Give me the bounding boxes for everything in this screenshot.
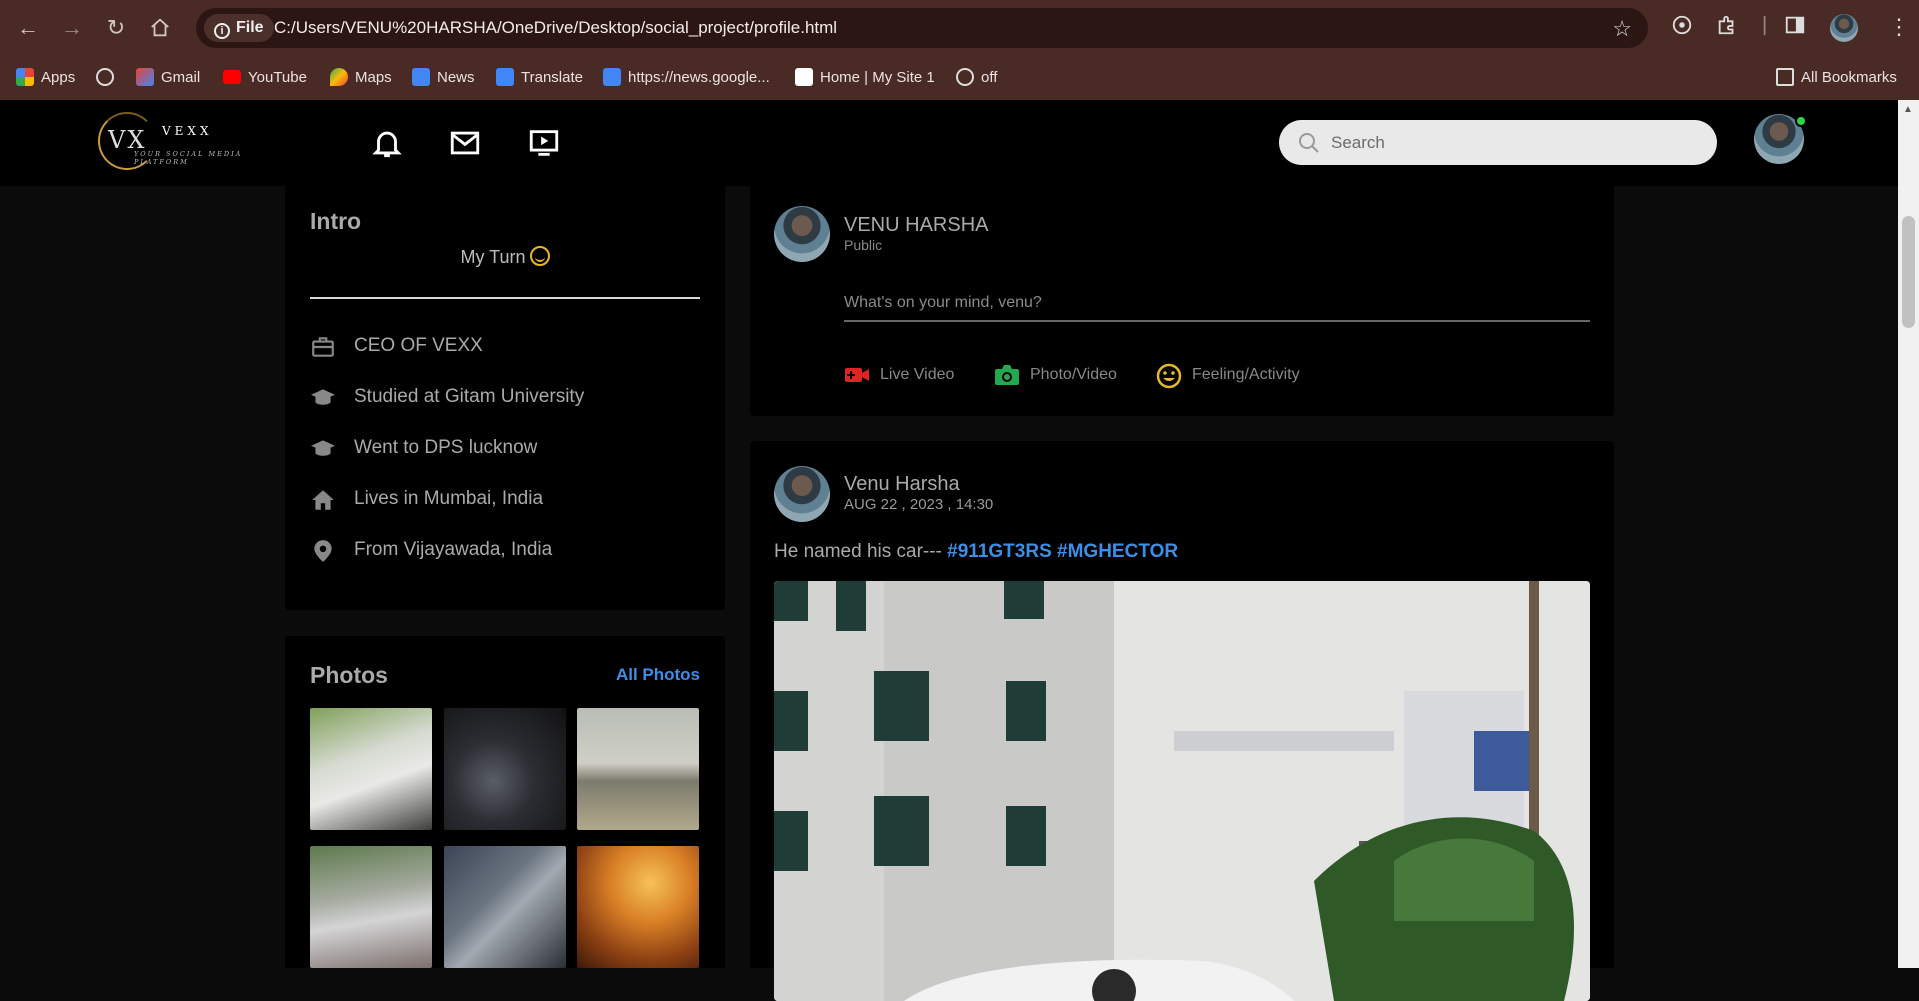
location-pin-icon xyxy=(314,540,332,562)
search-input[interactable] xyxy=(1331,120,1691,165)
compose-input[interactable] xyxy=(844,286,1590,322)
composer-avatar[interactable] xyxy=(774,206,830,262)
video-camera-icon xyxy=(845,368,869,382)
translate-icon xyxy=(496,68,514,86)
logo-name: VEXX xyxy=(162,124,213,138)
search-bar xyxy=(1279,120,1717,165)
smile-icon xyxy=(1156,363,1182,389)
app-header: VX VEXX YOUR SOCIAL MEDIA PLATFORM xyxy=(0,100,1898,186)
google-news-icon xyxy=(412,68,430,86)
post-timestamp: AUG 22 , 2023 , 14:30 xyxy=(844,496,994,513)
hashtag-link[interactable]: #911GT3RS xyxy=(947,541,1052,562)
info-icon: i xyxy=(214,23,230,39)
side-panel-icon[interactable] xyxy=(1784,14,1806,42)
mail-icon[interactable] xyxy=(448,126,482,160)
bell-icon[interactable] xyxy=(370,126,404,160)
google-news-icon xyxy=(603,68,621,86)
graduation-cap-icon xyxy=(311,389,335,405)
post-composer: VENU HARSHA Public Live Video Photo/Vide… xyxy=(750,186,1614,416)
post-card: Venu Harsha AUG 22 , 2023 , 14:30 He nam… xyxy=(750,441,1614,1001)
hashtag-link[interactable]: #MGHECTOR xyxy=(1057,541,1178,562)
photo-thumbnail[interactable] xyxy=(444,846,566,968)
composer-name: VENU HARSHA xyxy=(844,214,989,236)
bookmarks-bar: Apps Gmail YouTube Maps News Translate h… xyxy=(0,56,1919,100)
extensions-icon[interactable] xyxy=(1716,14,1738,42)
graduation-cap-icon xyxy=(311,440,335,456)
globe-icon xyxy=(96,68,114,86)
logo-tagline: YOUR SOCIAL MEDIA PLATFORM xyxy=(134,150,243,166)
bookmark-gmail[interactable]: Gmail xyxy=(136,56,200,100)
intro-bio: My Turn xyxy=(285,246,725,268)
reload-icon[interactable]: ↻ xyxy=(102,14,130,42)
bookmark-translate[interactable]: Translate xyxy=(496,56,583,100)
url-text[interactable]: C:/Users/VENU%20HARSHA/OneDrive/Desktop/… xyxy=(274,8,837,48)
toolbar-separator: | xyxy=(1762,14,1768,36)
apps-grid-icon xyxy=(16,68,34,86)
site-info-button[interactable]: i File xyxy=(204,14,274,42)
camera-icon xyxy=(995,365,1019,385)
post-photo-illustration xyxy=(774,581,1590,1001)
folder-icon xyxy=(1776,68,1794,86)
gmail-icon xyxy=(136,68,154,86)
bookmark-globe[interactable] xyxy=(96,56,121,100)
page-scrollbar[interactable]: ▲ xyxy=(1898,100,1919,968)
bookmark-news-google[interactable]: https://news.google... xyxy=(603,56,770,100)
intro-title: Intro xyxy=(310,208,362,234)
maps-icon xyxy=(330,68,348,86)
all-bookmarks[interactable]: All Bookmarks xyxy=(1776,56,1897,100)
search-icon xyxy=(1299,133,1319,153)
bookmark-news[interactable]: News xyxy=(412,56,475,100)
photo-thumbnail[interactable] xyxy=(444,708,566,830)
bookmark-star-icon[interactable]: ☆ xyxy=(1612,16,1632,42)
bookmark-off[interactable]: off xyxy=(956,56,997,100)
profile-avatar[interactable] xyxy=(1830,14,1858,42)
home-icon[interactable] xyxy=(146,14,174,42)
post-text: He named his car--- #911GT3RS #MGHECTOR xyxy=(774,541,1179,562)
photo-thumbnail[interactable] xyxy=(577,846,699,968)
briefcase-icon xyxy=(312,337,334,357)
home-icon xyxy=(312,490,334,510)
composer-visibility: Public xyxy=(844,237,883,253)
browser-toolbar: ← → ↻ i File C:/Users/VENU%20HARSHA/OneDr… xyxy=(0,0,1919,56)
youtube-icon xyxy=(223,70,241,84)
forward-arrow-icon[interactable]: → xyxy=(58,14,86,42)
post-author[interactable]: Venu Harsha xyxy=(844,473,960,496)
photos-card: Photos All Photos xyxy=(285,636,725,968)
bookmark-wix[interactable]: Home | My Site 1 xyxy=(795,56,935,100)
photo-thumbnail[interactable] xyxy=(310,708,432,830)
smile-emoji-icon xyxy=(529,246,550,266)
google-lens-icon[interactable] xyxy=(1671,14,1693,42)
scrollbar-thumb[interactable] xyxy=(1902,216,1915,328)
address-bar[interactable]: i File C:/Users/VENU%20HARSHA/OneDrive/De… xyxy=(196,8,1648,48)
photos-title: Photos xyxy=(310,662,388,688)
wix-icon xyxy=(795,68,813,86)
intro-divider xyxy=(310,297,700,299)
post-image[interactable] xyxy=(774,581,1590,1001)
photo-thumbnail[interactable] xyxy=(310,846,432,968)
bookmark-youtube[interactable]: YouTube xyxy=(223,56,307,100)
vexx-logo[interactable]: VX VEXX YOUR SOCIAL MEDIA PLATFORM xyxy=(98,112,288,170)
all-photos-link[interactable]: All Photos xyxy=(616,665,700,685)
post-author-avatar[interactable] xyxy=(774,466,830,522)
online-status-dot xyxy=(1795,115,1807,127)
intro-card: Intro My Turn CEO OF VEXX Studied at Git… xyxy=(285,186,725,610)
video-play-icon[interactable] xyxy=(527,126,561,160)
globe-icon xyxy=(956,68,974,86)
bookmark-apps[interactable]: Apps xyxy=(16,56,75,100)
photo-thumbnail[interactable] xyxy=(577,708,699,830)
scroll-up-arrow-icon[interactable]: ▲ xyxy=(1903,104,1913,115)
back-arrow-icon[interactable]: ← xyxy=(14,14,42,42)
menu-kebab-icon[interactable]: ⋮ xyxy=(1888,14,1910,40)
bookmark-maps[interactable]: Maps xyxy=(330,56,392,100)
